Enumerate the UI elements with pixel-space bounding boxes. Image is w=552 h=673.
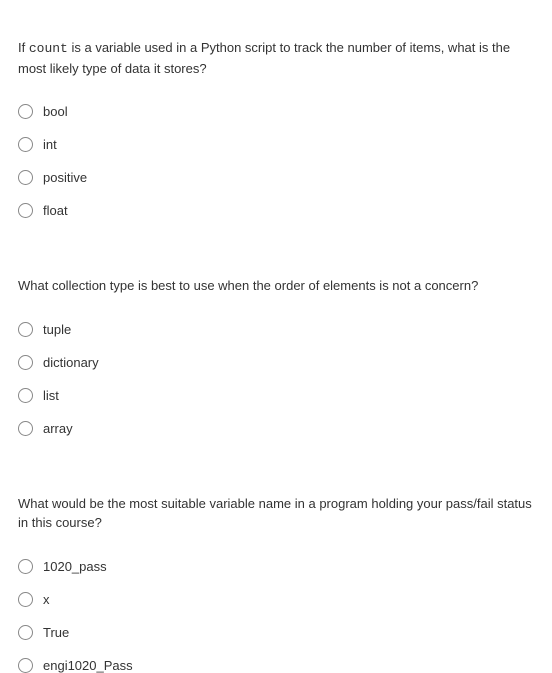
option-label: int (43, 137, 57, 152)
question-1-option-2[interactable]: positive (18, 170, 534, 185)
radio-icon (18, 170, 33, 185)
option-label: True (43, 625, 69, 640)
question-2-option-3[interactable]: array (18, 421, 534, 436)
question-1-option-3[interactable]: float (18, 203, 534, 218)
question-3-prompt: What would be the most suitable variable… (18, 494, 534, 533)
option-label: x (43, 592, 50, 607)
question-3-option-0[interactable]: 1020_pass (18, 559, 534, 574)
question-3: What would be the most suitable variable… (18, 494, 534, 673)
question-2-option-2[interactable]: list (18, 388, 534, 403)
option-label: tuple (43, 322, 71, 337)
option-label: 1020_pass (43, 559, 107, 574)
radio-icon (18, 137, 33, 152)
option-label: list (43, 388, 59, 403)
option-label: positive (43, 170, 87, 185)
option-label: float (43, 203, 68, 218)
question-2: What collection type is best to use when… (18, 276, 534, 436)
radio-icon (18, 203, 33, 218)
radio-icon (18, 625, 33, 640)
option-label: engi1020_Pass (43, 658, 133, 673)
question-2-prompt: What collection type is best to use when… (18, 276, 534, 296)
question-3-option-1[interactable]: x (18, 592, 534, 607)
question-3-option-2[interactable]: True (18, 625, 534, 640)
question-2-option-0[interactable]: tuple (18, 322, 534, 337)
question-1-prompt: If count is a variable used in a Python … (18, 38, 534, 78)
question-1-code: count (29, 41, 68, 56)
question-1-option-0[interactable]: bool (18, 104, 534, 119)
question-1: If count is a variable used in a Python … (18, 38, 534, 218)
option-label: bool (43, 104, 68, 119)
question-1-option-1[interactable]: int (18, 137, 534, 152)
radio-icon (18, 592, 33, 607)
option-label: array (43, 421, 73, 436)
question-1-prefix: If (18, 40, 29, 55)
option-label: dictionary (43, 355, 99, 370)
radio-icon (18, 355, 33, 370)
question-1-suffix: is a variable used in a Python script to… (18, 40, 510, 76)
radio-icon (18, 559, 33, 574)
question-3-prefix: What would be the most suitable variable… (18, 496, 532, 531)
question-3-option-3[interactable]: engi1020_Pass (18, 658, 534, 673)
radio-icon (18, 388, 33, 403)
question-2-prefix: What collection type is best to use when… (18, 278, 478, 293)
radio-icon (18, 322, 33, 337)
radio-icon (18, 658, 33, 673)
radio-icon (18, 421, 33, 436)
question-2-option-1[interactable]: dictionary (18, 355, 534, 370)
radio-icon (18, 104, 33, 119)
